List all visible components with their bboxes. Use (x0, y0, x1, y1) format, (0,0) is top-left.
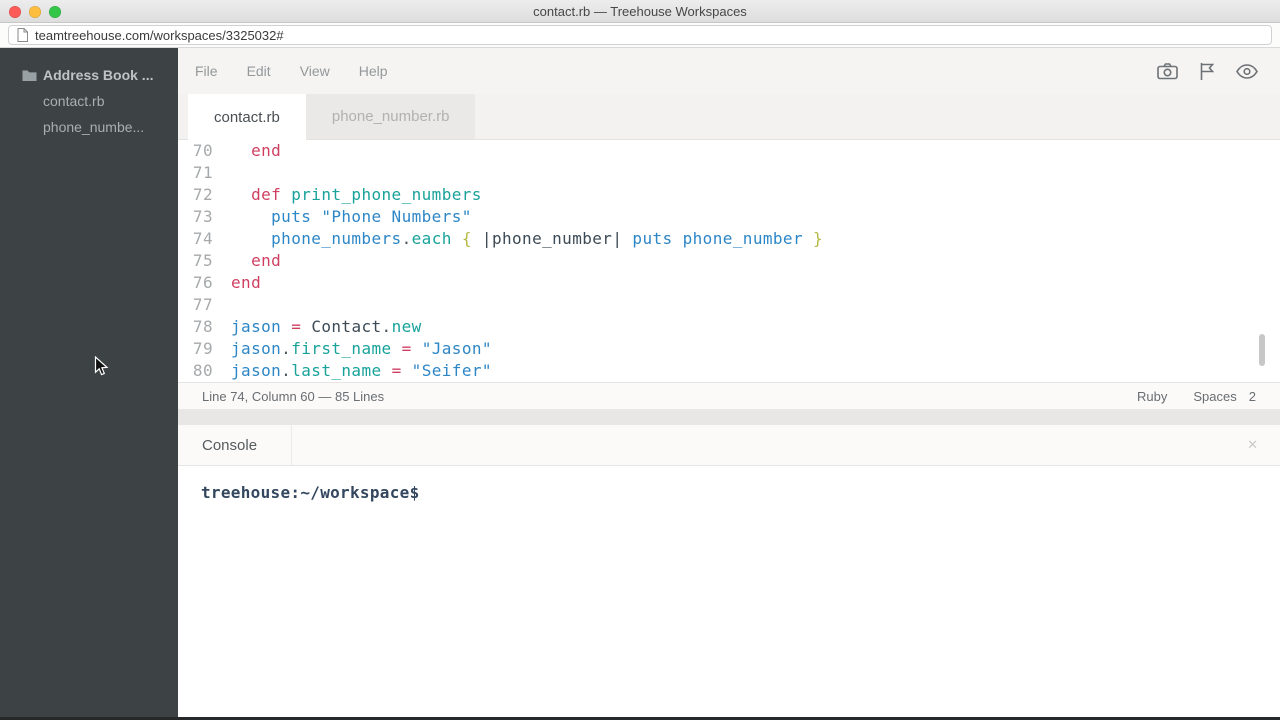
console-tab[interactable]: Console (202, 425, 292, 465)
address-field[interactable]: teamtreehouse.com/workspaces/3325032# (8, 25, 1272, 45)
code-text: jason = Contact.new (231, 316, 422, 338)
console-header: Console ✕ (178, 425, 1280, 466)
code-line[interactable]: 74 phone_numbers.each { |phone_number| p… (178, 228, 1280, 250)
status-bar: Line 74, Column 60 — 85 Lines Ruby Space… (178, 382, 1280, 409)
browser-window: contact.rb — Treehouse Workspaces teamtr… (0, 0, 1280, 720)
code-line[interactable]: 77 (178, 294, 1280, 316)
line-number: 72 (178, 184, 213, 206)
close-console-icon[interactable]: ✕ (1247, 437, 1258, 453)
url-text: teamtreehouse.com/workspaces/3325032# (35, 28, 284, 43)
code-line[interactable]: 71 (178, 162, 1280, 184)
tab-label: contact.rb (214, 109, 280, 126)
flag-icon[interactable] (1199, 62, 1215, 81)
terminal-prompt: treehouse:~/workspace$ (201, 483, 420, 502)
language-indicator[interactable]: Ruby (1137, 389, 1167, 404)
tab-label: phone_number.rb (332, 108, 450, 125)
close-window-button[interactable] (9, 6, 21, 18)
line-number: 74 (178, 228, 213, 250)
code-line[interactable]: 75 end (178, 250, 1280, 272)
menu-file[interactable]: File (195, 63, 218, 79)
sidebar-item-address-book[interactable]: Address Book ... (0, 62, 178, 88)
page-icon (17, 28, 28, 42)
line-number: 73 (178, 206, 213, 228)
minimize-window-button[interactable] (29, 6, 41, 18)
sidebar-item-label: contact.rb (43, 93, 104, 109)
folder-icon (22, 69, 37, 82)
cursor-position: Line 74, Column 60 — 85 Lines (202, 389, 384, 404)
code-text: jason.first_name = "Jason" (231, 338, 492, 360)
terminal-output[interactable]: treehouse:~/workspace$ (178, 466, 1280, 718)
url-bar: teamtreehouse.com/workspaces/3325032# (0, 23, 1280, 48)
menu-edit[interactable]: Edit (247, 63, 271, 79)
editor-scrollbar-thumb[interactable] (1259, 334, 1265, 366)
tab-phone-number-rb[interactable]: phone_number.rb (306, 94, 476, 139)
line-number: 76 (178, 272, 213, 294)
code-text: end (231, 272, 261, 294)
code-text: def print_phone_numbers (231, 184, 482, 206)
code-text: jason.last_name = "Seifer" (231, 360, 492, 382)
line-number: 78 (178, 316, 213, 338)
console-panel: Console ✕ treehouse:~/workspace$ (178, 425, 1280, 718)
sidebar-item-contact-rb[interactable]: contact.rb (0, 88, 178, 114)
panel-divider (178, 409, 1280, 425)
toolbar (1157, 62, 1258, 81)
titlebar: contact.rb — Treehouse Workspaces (0, 0, 1280, 23)
line-number: 80 (178, 360, 213, 382)
code-line[interactable]: 79 jason.first_name = "Jason" (178, 338, 1280, 360)
code-text: end (231, 250, 281, 272)
code-line[interactable]: 76 end (178, 272, 1280, 294)
eye-icon[interactable] (1236, 64, 1258, 79)
tab-bar: contact.rb phone_number.rb (178, 94, 1280, 140)
menu-bar: File Edit View Help (178, 48, 1280, 94)
sidebar-item-label: Address Book ... (43, 67, 153, 83)
code-line[interactable]: 78 jason = Contact.new (178, 316, 1280, 338)
line-number: 75 (178, 250, 213, 272)
camera-icon[interactable] (1157, 63, 1178, 80)
code-text: puts "Phone Numbers" (231, 206, 472, 228)
menu-view[interactable]: View (300, 63, 330, 79)
traffic-lights (9, 6, 61, 18)
sidebar-item-phone-numbe[interactable]: phone_numbe... (0, 114, 178, 140)
file-sidebar: Address Book ... contact.rb phone_numbe... (0, 48, 178, 718)
code-line[interactable]: 73 puts "Phone Numbers" (178, 206, 1280, 228)
code-line[interactable]: 72 def print_phone_numbers (178, 184, 1280, 206)
zoom-window-button[interactable] (49, 6, 61, 18)
code-line[interactable]: 80 jason.last_name = "Seifer" (178, 360, 1280, 382)
menu-help[interactable]: Help (359, 63, 388, 79)
indent-indicator[interactable]: Spaces2 (1193, 389, 1256, 404)
sidebar-item-label: phone_numbe... (43, 119, 144, 135)
tab-contact-rb[interactable]: contact.rb (188, 94, 306, 140)
line-number: 71 (178, 162, 213, 184)
code-line[interactable]: 70 end (178, 140, 1280, 162)
line-number: 77 (178, 294, 213, 316)
line-number: 79 (178, 338, 213, 360)
code-text: phone_numbers.each { |phone_number| puts… (231, 228, 823, 250)
code-text: end (231, 140, 281, 162)
code-editor[interactable]: 70 end7172 def print_phone_numbers73 put… (178, 140, 1280, 382)
line-number: 70 (178, 140, 213, 162)
window-title: contact.rb — Treehouse Workspaces (0, 0, 1280, 23)
workspace-main: File Edit View Help contact.rb phone_number.… (178, 48, 1280, 718)
